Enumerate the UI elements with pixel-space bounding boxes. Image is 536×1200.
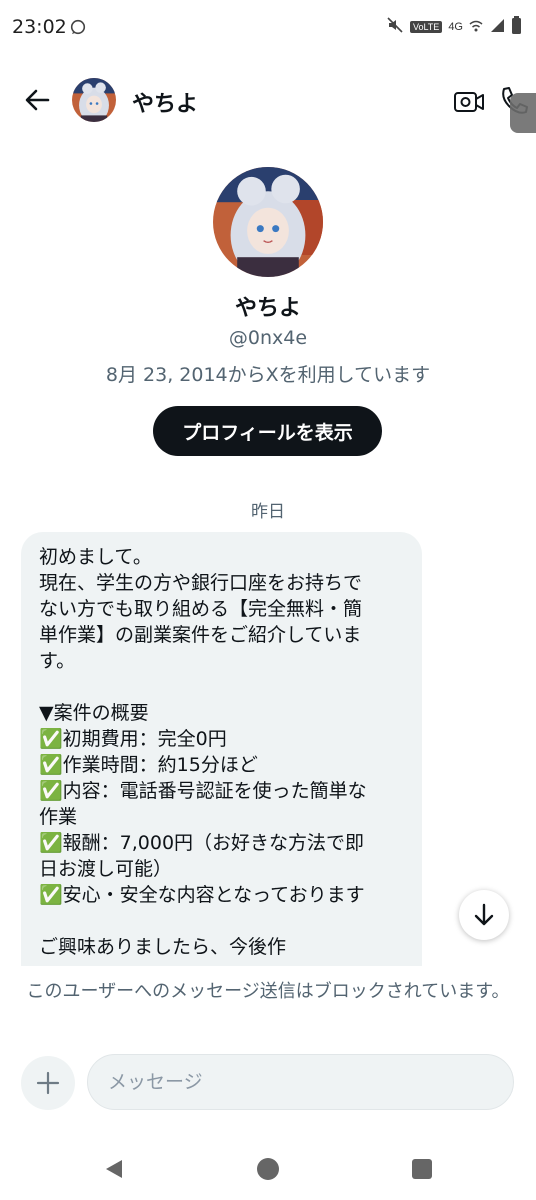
message-line: 日お渡し可能）: [39, 858, 173, 880]
scroll-to-bottom-button[interactable]: [459, 890, 509, 940]
status-icons: VoLTE 4G: [386, 16, 522, 38]
floating-overlay-button[interactable]: [510, 93, 536, 133]
profile-name: やちよ: [234, 296, 301, 321]
message-line: ✅安心・安全な内容となっております: [39, 884, 365, 906]
message-line: ご興味ありましたら、今後作: [39, 936, 287, 958]
message-input[interactable]: [87, 1054, 514, 1110]
mute-icon: [386, 16, 404, 38]
status-bar: 23:02 VoLTE 4G: [0, 0, 536, 58]
message-line: ✅初期費用：完全0円: [39, 728, 227, 750]
status-time: 23:02: [12, 16, 67, 38]
message-line: 単作業】の副業案件をご紹介していま: [39, 624, 362, 646]
wifi-icon: [469, 18, 483, 37]
nav-home-icon[interactable]: [257, 1158, 279, 1180]
message-list[interactable]: 初めまして。現在、学生の方や銀行口座をお持ちで ない方でも取り組める【完全無料・簡…: [0, 530, 536, 966]
message-line: ない方でも取り組める【完全無料・簡: [39, 598, 363, 620]
header-title: やちよ: [132, 92, 199, 117]
profile-avatar[interactable]: [213, 167, 323, 277]
blocked-notice: このユーザーへのメッセージ送信はブロックされています。: [26, 981, 510, 1002]
message-line: 初めまして。: [39, 546, 152, 568]
message-line: [39, 908, 404, 934]
back-button[interactable]: [20, 83, 54, 117]
nav-recents-icon[interactable]: [412, 1159, 432, 1179]
message-bubble[interactable]: 初めまして。現在、学生の方や銀行口座をお持ちで ない方でも取り組める【完全無料・簡…: [21, 532, 422, 966]
composer: [0, 1050, 536, 1120]
add-media-button[interactable]: [21, 1056, 75, 1110]
video-camera-icon: [454, 92, 484, 112]
signal-icon: [489, 17, 505, 37]
conversation-header: やちよ: [0, 58, 536, 142]
chat-status-icon: [70, 19, 86, 35]
view-profile-button[interactable]: プロフィールを表示: [153, 406, 382, 456]
video-call-button[interactable]: [452, 85, 486, 119]
message-line: ✅報酬：7,000円（お好きな方法で即: [39, 832, 365, 854]
network-type: 4G: [448, 21, 463, 33]
profile-joined-date: 8月 23, 2014からXを利用しています: [105, 364, 431, 386]
plus-icon: [36, 1071, 60, 1095]
message-line: 作業: [39, 806, 78, 828]
date-separator: 昨日: [251, 502, 285, 522]
scroll-down-arrow-icon: [474, 903, 494, 926]
system-nav-bar: [0, 1140, 536, 1200]
profile-handle: @0nx4e: [228, 327, 308, 349]
header-avatar[interactable]: [72, 78, 116, 122]
battery-icon: [511, 16, 522, 38]
message-line: [39, 674, 404, 700]
volte-badge: VoLTE: [409, 21, 443, 33]
message-line: ✅内容：電話番号認証を使った簡単な: [39, 780, 367, 802]
message-line: す。: [39, 650, 76, 672]
message-line: ✅作業時間：約15分ほど: [39, 754, 258, 776]
back-arrow-icon: [25, 89, 50, 111]
message-line: ▼案件の概要: [39, 702, 149, 724]
message-line: 現在、学生の方や銀行口座をお持ちで: [39, 572, 363, 594]
nav-back-icon[interactable]: [104, 1158, 124, 1180]
